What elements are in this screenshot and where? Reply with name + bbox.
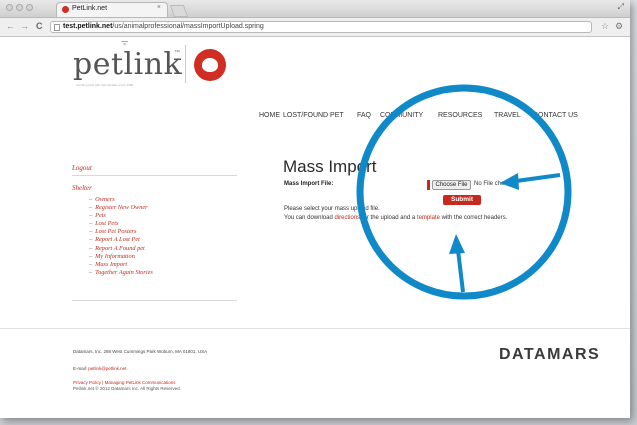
sidebar-item-register-new-owner[interactable]: – Register New Owner (89, 204, 153, 212)
tab-title: PetLink.net (72, 5, 108, 12)
shelter-link[interactable]: Shelter (72, 184, 92, 192)
no-file-chosen-text: No File chosen (474, 181, 515, 187)
sidebar-item-lost-pets[interactable]: – Lost Pets (89, 220, 153, 228)
divider (72, 300, 237, 301)
pet-logo-icon (194, 49, 226, 81)
url-text: test.petlink.net/us/animalprofessional/m… (63, 23, 264, 30)
title-bar: PetLink.net × ⤢ (0, 0, 630, 18)
logo-trademark: ™ (174, 50, 180, 56)
directions-link[interactable]: directions (335, 215, 361, 221)
mass-import-file-label: Mass Import File: (284, 181, 334, 187)
fullscreen-icon[interactable]: ⤢ (618, 2, 624, 12)
bookmark-star-icon[interactable]: ☆ (601, 21, 609, 32)
email-link[interactable]: petlink@petlink.net (88, 366, 126, 371)
page-icon (54, 24, 60, 31)
tab-close-icon[interactable]: × (157, 4, 161, 11)
browser-toolbar: ← → C test.petlink.net/us/animalprofessi… (0, 18, 630, 37)
footer-address: Datamars, Inc. 288 West Cummings Park Wo… (73, 349, 208, 354)
footer-links[interactable]: Privacy Policy | Managing PetLink Commun… (73, 380, 175, 385)
favicon-icon (62, 6, 69, 13)
sidebar-item-mass-import[interactable]: – Mass Import (89, 261, 153, 269)
sidebar-item-together-again[interactable]: – Together Again Stories (89, 269, 153, 277)
template-link[interactable]: template (417, 215, 440, 221)
browser-tab[interactable]: PetLink.net × (56, 2, 168, 17)
forward-icon[interactable]: → (20, 21, 29, 31)
logo-wordmark: petlink (73, 47, 183, 82)
footer-copyright: Petlink.net © 2012 Datamars Inc. All Rig… (73, 386, 181, 391)
address-bar[interactable]: test.petlink.net/us/animalprofessional/m… (50, 21, 592, 33)
shelter-menu: – Owners – Register New Owner – Pets – Lost … (89, 196, 153, 277)
submit-button[interactable]: Submit (443, 195, 481, 205)
window-controls (6, 4, 33, 11)
sidebar-item-my-information[interactable]: – My Information (89, 253, 153, 261)
sidebar-item-report-found-pet[interactable]: – Report A Found pet (89, 245, 153, 253)
help-text: Please select your mass upload file. (284, 206, 380, 212)
nav-travel[interactable]: TRAVEL (494, 112, 521, 119)
zoom-window-button[interactable] (26, 4, 33, 11)
nav-contact[interactable]: CONTACT US (533, 112, 578, 119)
logo-tagline: reuniting pets with their families since… (76, 83, 134, 87)
wrench-icon[interactable]: ⚙ (615, 21, 623, 32)
reload-icon[interactable]: C (36, 21, 43, 31)
url-host: test.petlink.net (63, 23, 113, 30)
sidebar-item-lost-pet-posters[interactable]: – Lost Pet Posters (89, 228, 153, 236)
nav-home[interactable]: HOME (259, 112, 280, 119)
minimize-window-button[interactable] (16, 4, 23, 11)
choose-file-button[interactable]: Choose File (432, 180, 471, 190)
nav-lost-found[interactable]: LOST/FOUND PET (283, 112, 344, 119)
sidebar-item-owners[interactable]: – Owners (89, 196, 153, 204)
sidebar-item-report-lost-pet[interactable]: – Report A Lost Pet (89, 236, 153, 244)
nav-faq[interactable]: FAQ (357, 112, 371, 119)
footer-email: E-mail: petlink@petlink.net (73, 366, 127, 371)
cursor-marker (427, 180, 430, 190)
footer-divider (0, 328, 630, 329)
close-window-button[interactable] (6, 4, 13, 11)
datamars-logo: DATAMARS (499, 346, 601, 363)
nav-community[interactable]: COMMUNITY (380, 112, 423, 119)
url-path: /us/animalprofessional/massImportUpload.… (112, 23, 264, 30)
help-download-text: You can download directions for the uplo… (284, 215, 508, 221)
logo-divider (185, 45, 186, 83)
new-tab-button[interactable] (169, 5, 189, 17)
petlink-logo[interactable]: petlink ᯤ ™ reuniting pets with their fa… (73, 38, 238, 91)
divider (72, 175, 237, 176)
logout-link[interactable]: Logout (72, 164, 92, 172)
page-title: Mass Import (283, 157, 377, 176)
nav-resources[interactable]: RESOURCES (438, 112, 482, 119)
sidebar-item-pets[interactable]: – Pets (89, 212, 153, 220)
signal-icon: ᯤ (121, 38, 129, 47)
back-icon[interactable]: ← (6, 21, 15, 31)
